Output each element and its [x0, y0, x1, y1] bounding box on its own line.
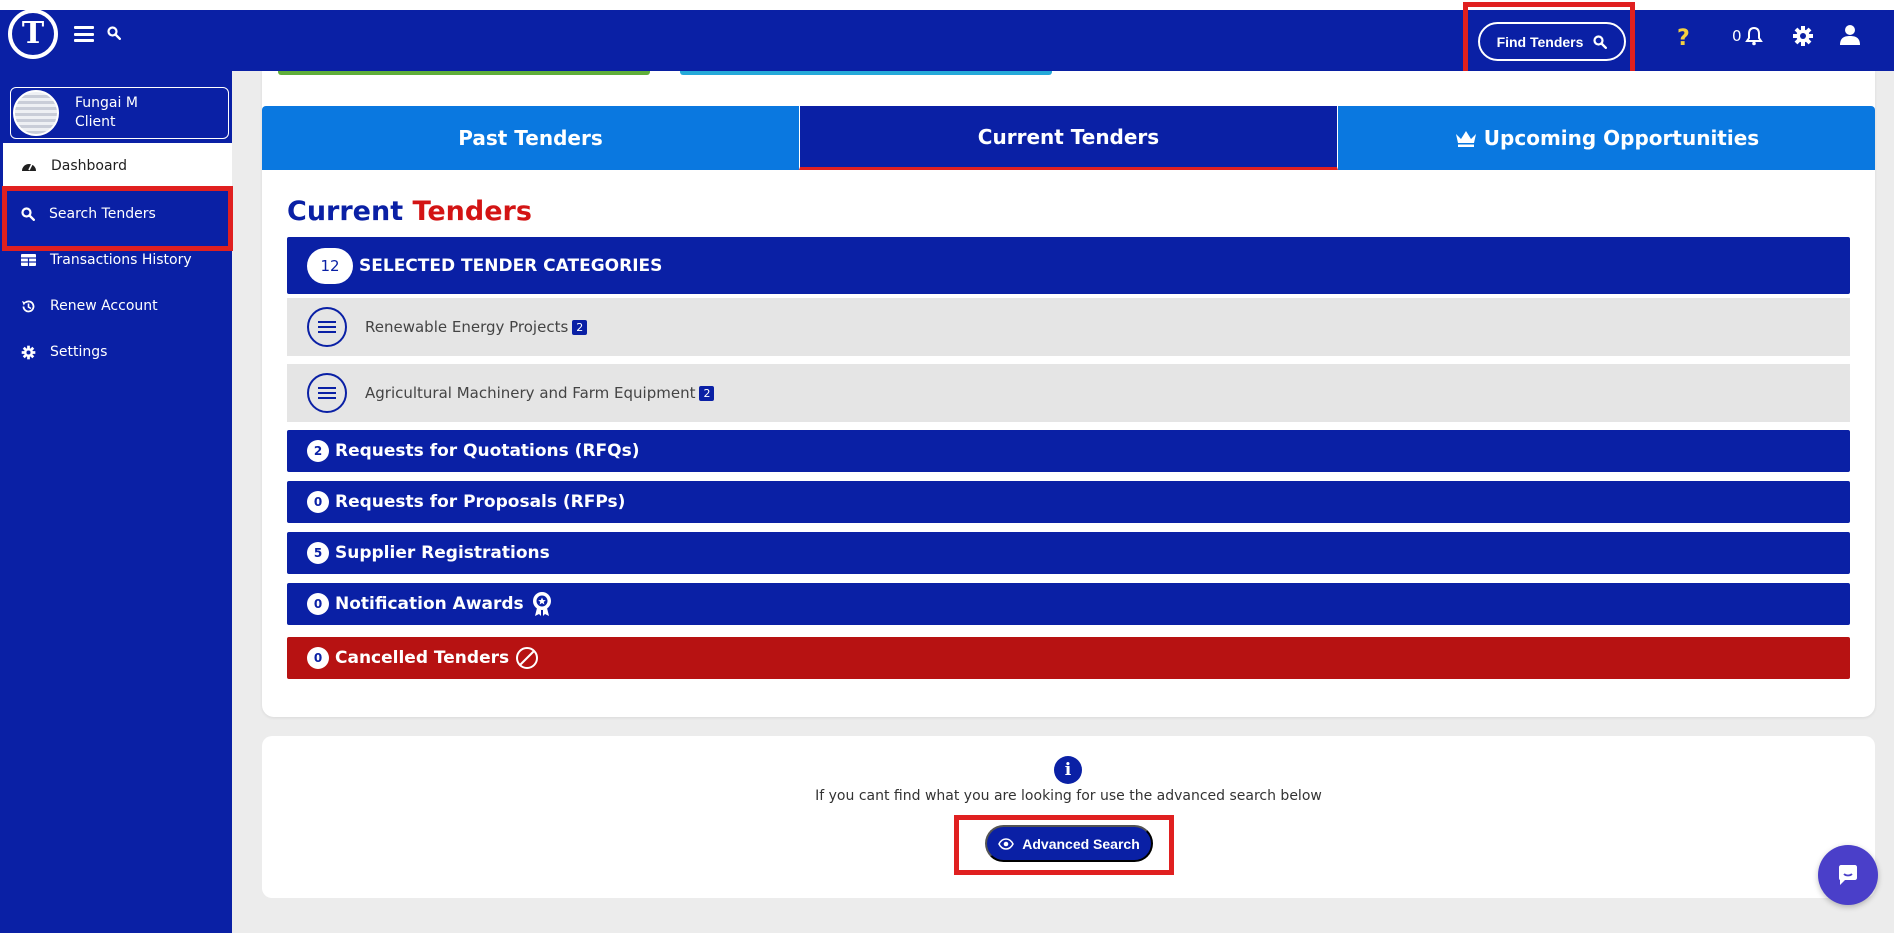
- table-icon: [21, 254, 36, 266]
- row-label: Requests for Quotations (RFQs): [335, 441, 640, 461]
- advanced-search-label: Advanced Search: [1022, 835, 1140, 852]
- count-badge: 2: [307, 440, 329, 462]
- sidebar-item-label: Settings: [50, 344, 108, 360]
- history-icon: [22, 300, 35, 312]
- sidebar-item-label: Dashboard: [51, 158, 127, 174]
- tab-upcoming-opportunities[interactable]: Upcoming Opportunities: [1338, 106, 1875, 170]
- row-label: Requests for Proposals (RFPs): [335, 492, 626, 512]
- category-count-badge: 2: [699, 386, 715, 401]
- count-badge: 5: [307, 542, 329, 564]
- category-item[interactable]: Agricultural Machinery and Farm Equipmen…: [287, 364, 1850, 422]
- stat-card-edge-cyan: [680, 71, 1052, 75]
- categories-count-badge: 12: [307, 247, 353, 284]
- category-label: Agricultural Machinery and Farm Equipmen…: [365, 384, 696, 402]
- sidebar-item-renew-account[interactable]: Renew Account: [3, 283, 232, 329]
- crown-icon: [1455, 131, 1476, 147]
- gear-icon[interactable]: [1792, 25, 1814, 47]
- menu-lines-icon: [307, 373, 347, 413]
- category-label: Renewable Energy Projects: [365, 318, 569, 336]
- notifications[interactable]: 0: [1732, 26, 1763, 46]
- categories-bar-label: SELECTED TENDER CATEGORIES: [359, 255, 663, 276]
- row-label: Supplier Registrations: [335, 543, 550, 563]
- category-item[interactable]: Renewable Energy Projects 2: [287, 298, 1850, 356]
- app-logo[interactable]: T: [8, 9, 58, 59]
- menu-lines-icon: [307, 307, 347, 347]
- notification-awards-row[interactable]: 0 Notification Awards: [287, 583, 1850, 625]
- row-label: Cancelled Tenders: [335, 648, 510, 668]
- sidebar-item-settings[interactable]: Settings: [3, 329, 232, 375]
- rfp-row[interactable]: 0 Requests for Proposals (RFPs): [287, 481, 1850, 523]
- eye-icon: [998, 837, 1015, 850]
- search-tenders-highlight: [2, 186, 233, 251]
- sidebar-item-dashboard[interactable]: Dashboard: [3, 143, 232, 189]
- chat-widget-button[interactable]: [1818, 845, 1878, 905]
- row-label: Notification Awards: [335, 594, 524, 614]
- user-icon[interactable]: [1839, 24, 1861, 46]
- selected-categories-bar[interactable]: 12 SELECTED TENDER CATEGORIES: [287, 237, 1850, 294]
- tender-tabs: Past Tenders Current Tenders Upcoming Op…: [262, 106, 1875, 170]
- count-badge: 0: [307, 491, 329, 513]
- category-count-badge: 2: [572, 320, 588, 335]
- page-title: Current Tenders: [287, 196, 532, 227]
- award-icon: [532, 592, 551, 616]
- advanced-search-info: If you cant find what you are looking fo…: [815, 788, 1322, 804]
- bell-icon: [1744, 26, 1763, 46]
- tab-past-tenders[interactable]: Past Tenders: [262, 106, 799, 170]
- ban-icon: [516, 647, 539, 669]
- count-badge: 0: [307, 647, 329, 669]
- help-icon[interactable]: ?: [1677, 26, 1690, 51]
- speedometer-icon: [22, 163, 36, 171]
- info-icon: i: [1054, 756, 1082, 784]
- sidebar-item-label: Renew Account: [50, 298, 158, 314]
- find-tenders-button[interactable]: Find Tenders: [1478, 22, 1626, 61]
- stat-card-edge-green: [278, 71, 650, 75]
- search-icon: [1593, 34, 1608, 49]
- profile-card[interactable]: Fungai M Client: [10, 87, 229, 139]
- avatar: [13, 90, 59, 136]
- sidebar-item-label: Transactions History: [50, 252, 192, 268]
- find-tenders-label: Find Tenders: [1496, 33, 1584, 50]
- notification-count: 0: [1732, 27, 1742, 45]
- rfq-row[interactable]: 2 Requests for Quotations (RFQs): [287, 430, 1850, 472]
- profile-role: Client: [75, 114, 116, 130]
- cancelled-tenders-row[interactable]: 0 Cancelled Tenders: [287, 637, 1850, 679]
- chat-icon: [1839, 865, 1857, 885]
- search-icon[interactable]: [107, 26, 121, 40]
- advanced-search-button[interactable]: Advanced Search: [985, 825, 1153, 862]
- tab-current-tenders[interactable]: Current Tenders: [799, 106, 1338, 170]
- hamburger-menu-icon[interactable]: [74, 26, 94, 42]
- gear-icon: [21, 345, 36, 359]
- count-badge: 0: [307, 593, 329, 615]
- profile-name: Fungai M: [75, 95, 138, 111]
- supplier-registrations-row[interactable]: 5 Supplier Registrations: [287, 532, 1850, 574]
